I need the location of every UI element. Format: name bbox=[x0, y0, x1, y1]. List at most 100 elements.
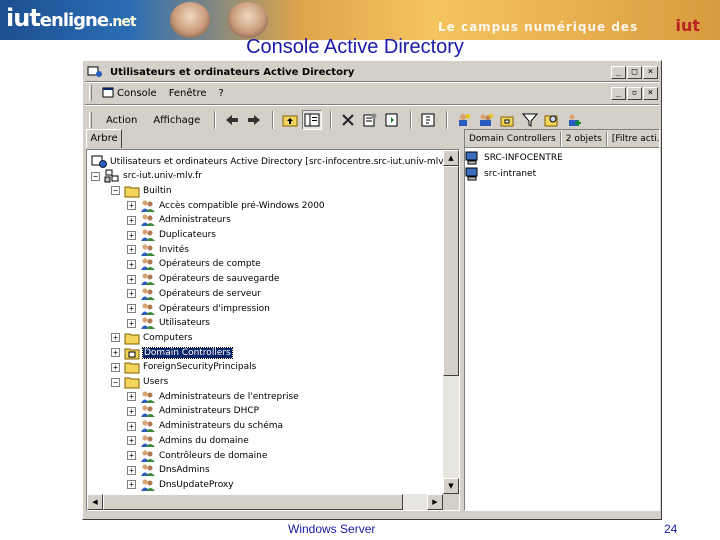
tree-item[interactable]: + DnsUpdateProxy bbox=[127, 477, 234, 492]
child-close-button[interactable]: × bbox=[643, 87, 658, 100]
expand-icon[interactable]: + bbox=[127, 451, 136, 460]
list-item[interactable]: SRC-INFOCENTRE bbox=[465, 150, 563, 166]
scroll-up-button[interactable]: ▲ bbox=[443, 150, 459, 166]
tree-item[interactable]: + ForeignSecurityPrincipals bbox=[111, 360, 256, 375]
child-minimize-button[interactable]: _ bbox=[611, 87, 626, 100]
tree-item[interactable]: + Administrateurs bbox=[127, 213, 231, 228]
scroll-thumb[interactable] bbox=[443, 166, 459, 376]
expand-icon[interactable]: + bbox=[111, 362, 120, 372]
tree-item[interactable]: − src-iut.univ-mlv.fr bbox=[91, 169, 202, 184]
menu-affichage[interactable]: Affichage bbox=[145, 115, 208, 126]
window-titlebar[interactable]: Utilisateurs et ordinateurs Active Direc… bbox=[83, 63, 661, 81]
properties-button[interactable] bbox=[360, 110, 380, 130]
find-icon bbox=[544, 115, 558, 127]
group-icon bbox=[140, 478, 159, 492]
up-level-button[interactable] bbox=[280, 110, 300, 130]
expand-icon[interactable]: + bbox=[127, 230, 136, 240]
tab-tree[interactable]: Arbre bbox=[86, 129, 122, 148]
expand-icon[interactable]: + bbox=[127, 406, 136, 416]
collapse-icon[interactable]: − bbox=[111, 186, 120, 196]
tree-item[interactable]: + Admins du domaine bbox=[127, 433, 249, 448]
expand-icon[interactable]: + bbox=[127, 245, 136, 255]
group-icon bbox=[140, 404, 159, 418]
tree-item[interactable]: + Administrateurs DHCP bbox=[127, 404, 259, 419]
tree-item[interactable]: + Duplicateurs bbox=[127, 228, 216, 243]
delete-button[interactable] bbox=[338, 110, 358, 130]
tree-item[interactable]: + Accès compatible pré-Windows 2000 bbox=[127, 198, 325, 213]
arrow-right-icon bbox=[248, 115, 261, 125]
expand-icon[interactable]: + bbox=[111, 333, 120, 343]
new-ou-button[interactable] bbox=[498, 110, 518, 130]
expand-icon[interactable]: + bbox=[127, 259, 136, 269]
computer-icon bbox=[465, 151, 484, 165]
expand-icon[interactable]: + bbox=[127, 480, 136, 490]
refresh-button[interactable] bbox=[382, 110, 402, 130]
new-group-button[interactable] bbox=[476, 110, 496, 130]
maximize-button[interactable]: □ bbox=[627, 66, 642, 79]
show-tree-button[interactable] bbox=[302, 110, 323, 130]
tree-item[interactable]: + Administrateurs du schéma bbox=[127, 419, 283, 434]
expand-icon[interactable]: + bbox=[127, 421, 136, 431]
scroll-left-button[interactable]: ◀ bbox=[87, 494, 103, 510]
tree-item[interactable]: Utilisateurs et ordinateurs Active Direc… bbox=[91, 154, 443, 169]
tree-item-label: DnsUpdateProxy bbox=[159, 479, 234, 490]
tree-item[interactable]: − Users bbox=[111, 375, 168, 390]
tree-item[interactable]: + Domain Controllers bbox=[111, 345, 233, 360]
back-button[interactable] bbox=[222, 110, 242, 130]
details-pane[interactable]: Domain Controllers 2 objets [Filtre acti… bbox=[464, 129, 660, 511]
close-button[interactable]: × bbox=[643, 66, 658, 79]
tree-item[interactable]: + DnsAdmins bbox=[127, 463, 210, 478]
tree-item[interactable]: + Opérateurs de compte bbox=[127, 257, 261, 272]
menu-help[interactable]: ? bbox=[215, 88, 232, 99]
tree-item[interactable]: + Opérateurs d'impression bbox=[127, 301, 270, 316]
tree-item-label: src-iut.univ-mlv.fr bbox=[123, 171, 202, 182]
tree-item[interactable]: − Builtin bbox=[111, 183, 172, 198]
forward-button[interactable] bbox=[244, 110, 264, 130]
group-icon bbox=[140, 316, 159, 330]
list-item[interactable]: src-intranet bbox=[465, 166, 536, 182]
expand-icon[interactable]: + bbox=[127, 274, 136, 284]
filter-button[interactable] bbox=[520, 110, 540, 130]
expand-icon[interactable]: + bbox=[127, 465, 136, 475]
tree-horizontal-scrollbar[interactable]: ◀ ▶ bbox=[87, 494, 443, 510]
scroll-right-button[interactable]: ▶ bbox=[427, 494, 443, 510]
tree-item[interactable]: + Invités bbox=[127, 242, 189, 257]
minimize-button[interactable]: _ bbox=[611, 66, 626, 79]
menu-console[interactable]: Console bbox=[98, 87, 165, 99]
expand-icon[interactable]: + bbox=[127, 392, 136, 402]
expand-icon[interactable]: + bbox=[127, 436, 136, 446]
tree-item[interactable]: + Administrateurs de l'entreprise bbox=[127, 389, 299, 404]
tree-item[interactable]: + Computers bbox=[111, 330, 192, 345]
tree-item-label: Computers bbox=[143, 332, 193, 343]
tree-item[interactable]: + Opérateurs de sauvegarde bbox=[127, 272, 279, 287]
computer-icon bbox=[465, 167, 484, 181]
expand-icon[interactable]: + bbox=[127, 289, 136, 299]
expand-icon[interactable]: + bbox=[127, 215, 136, 225]
expand-icon[interactable]: + bbox=[127, 201, 136, 211]
tree-pane[interactable]: Utilisateurs et ordinateurs Active Direc… bbox=[86, 149, 460, 511]
expand-icon[interactable]: + bbox=[111, 348, 120, 358]
menu-action[interactable]: Action bbox=[98, 115, 145, 126]
expand-icon[interactable]: + bbox=[127, 318, 136, 328]
expand-icon[interactable]: + bbox=[127, 304, 136, 313]
scroll-down-button[interactable]: ▼ bbox=[443, 478, 459, 494]
page-number: 24 bbox=[664, 522, 678, 536]
help-button[interactable] bbox=[418, 110, 438, 130]
group-icon bbox=[140, 272, 159, 286]
find-button[interactable] bbox=[542, 110, 562, 130]
collapse-icon[interactable]: − bbox=[91, 171, 100, 181]
tree-item[interactable]: + Utilisateurs bbox=[127, 316, 210, 331]
menu-fenetre[interactable]: Fenêtre bbox=[165, 88, 215, 99]
add-to-group-button[interactable] bbox=[564, 110, 584, 130]
details-header: Domain Controllers 2 objets [Filtre acti… bbox=[465, 130, 659, 148]
collapse-icon[interactable]: − bbox=[111, 377, 120, 387]
tree-item-label: Opérateurs de sauvegarde bbox=[159, 274, 280, 285]
tree-item-label: Administrateurs bbox=[159, 215, 231, 226]
child-restore-button[interactable]: ▫ bbox=[627, 87, 642, 100]
tree-vertical-scrollbar[interactable]: ▲ ▼ bbox=[443, 150, 459, 494]
new-user-button[interactable] bbox=[454, 110, 474, 130]
tree-item[interactable]: + Opérateurs de serveur bbox=[127, 286, 261, 301]
banner: iutenligne.net Le campus numérique des i… bbox=[0, 0, 720, 40]
tree-item[interactable]: + Contrôleurs de domaine bbox=[127, 448, 267, 463]
hscroll-thumb[interactable] bbox=[103, 494, 403, 510]
